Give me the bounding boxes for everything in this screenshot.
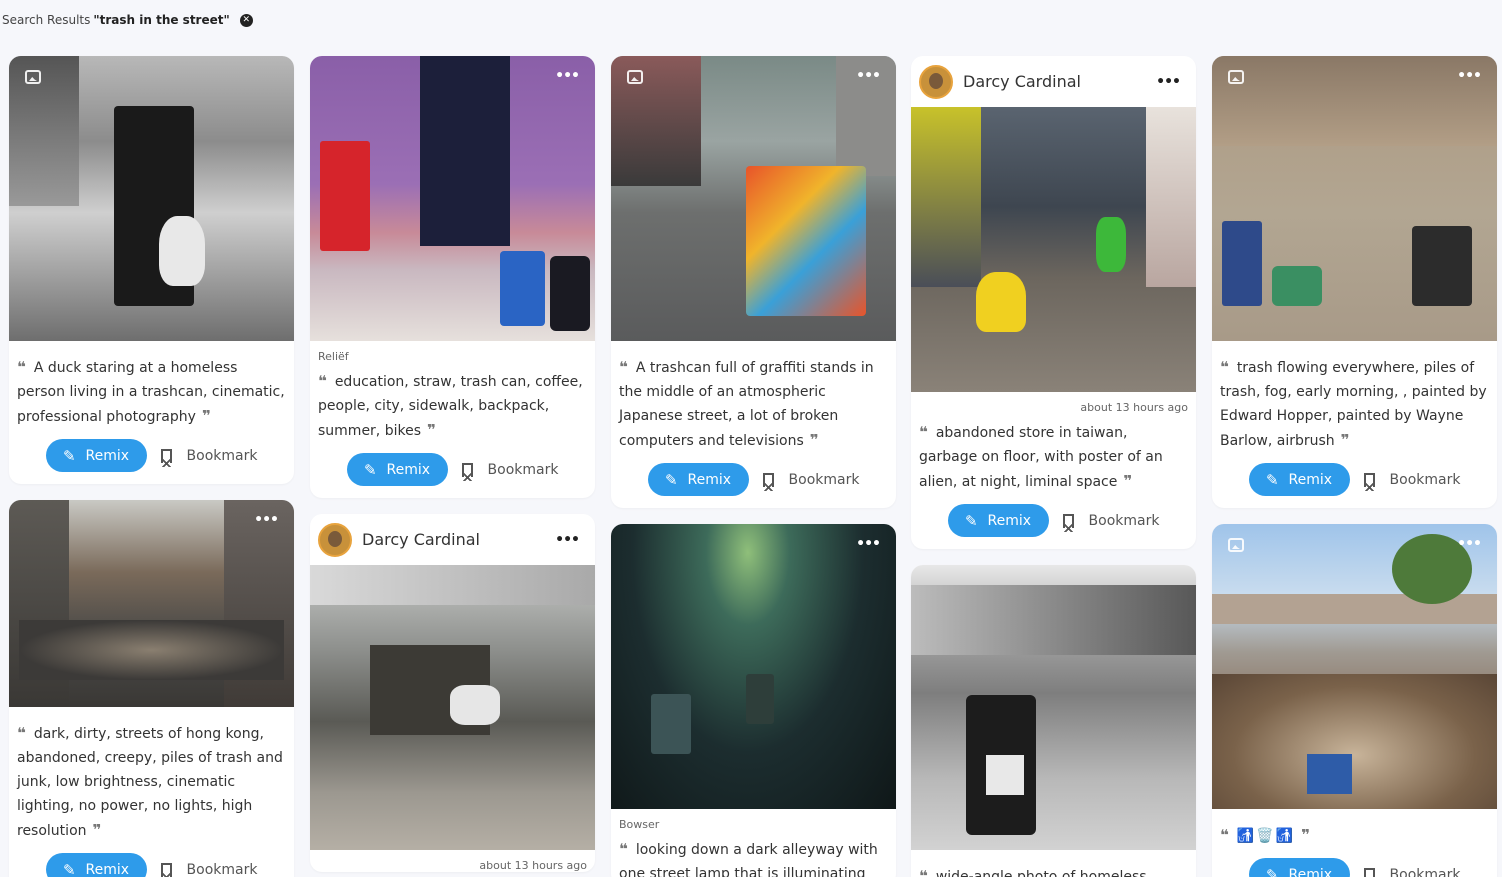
card-actions: ✎ Remix Bookmark xyxy=(9,429,294,484)
result-card: ••• ❝ dark, dirty, streets of hong kong, … xyxy=(9,500,294,877)
remix-button[interactable]: ✎ Remix xyxy=(45,853,147,877)
prompt-text: ❝ trash flowing everywhere, piles of tras… xyxy=(1220,358,1487,449)
result-image[interactable]: ••• xyxy=(1212,524,1497,809)
search-label: Search Results xyxy=(2,13,91,27)
bookmark-icon xyxy=(1062,513,1074,532)
author-label: Reliëf xyxy=(318,350,349,363)
result-card: ••• ❝ trash flowing everywhere, piles of … xyxy=(1212,56,1497,508)
remix-button[interactable]: ✎ Remix xyxy=(346,453,448,486)
more-options-icon[interactable]: ••• xyxy=(555,68,580,84)
card-actions: ✎ Remix Bookmark xyxy=(1212,848,1497,877)
pencil-icon: ✎ xyxy=(1265,470,1279,489)
prompt-text: ❝ wide-angle photo of homeless xyxy=(919,867,1147,877)
bookmark-icon xyxy=(1363,867,1375,877)
bookmark-button[interactable]: Bookmark xyxy=(160,862,257,877)
result-card: Darcy Cardinal ••• about 13 hours ago xyxy=(310,514,595,872)
avatar[interactable] xyxy=(318,522,352,557)
username[interactable]: Darcy Cardinal xyxy=(362,530,480,549)
result-card: ••• Bowser ❝ looking down a dark alleyway… xyxy=(611,524,896,877)
remix-button[interactable]: ✎ Remix xyxy=(45,439,147,472)
pencil-icon: ✎ xyxy=(664,470,678,489)
card-actions: ✎ Remix Bookmark xyxy=(9,843,294,877)
pencil-icon: ✎ xyxy=(62,860,76,877)
card-actions: ✎ Remix Bookmark xyxy=(310,443,595,498)
card-actions: ✎ Remix Bookmark xyxy=(1212,453,1497,508)
bookmark-button[interactable]: Bookmark xyxy=(1062,513,1159,532)
clear-search-icon[interactable]: ✕ xyxy=(239,13,253,27)
remix-button[interactable]: ✎ Remix xyxy=(647,463,749,496)
bookmark-button[interactable]: Bookmark xyxy=(160,448,257,467)
result-card: ❝ A duck staring at a homeless person liv… xyxy=(9,56,294,484)
prompt-text: ❝ A duck staring at a homeless person liv… xyxy=(17,358,285,425)
pencil-icon: ✎ xyxy=(62,446,76,465)
author-label: Bowser xyxy=(619,818,660,831)
result-image[interactable]: ••• xyxy=(1212,56,1497,341)
prompt-text: ❝ A trashcan full of graffiti stands in t… xyxy=(619,358,874,449)
remix-button[interactable]: ✎ Remix xyxy=(1248,858,1350,877)
bookmark-icon xyxy=(461,462,473,481)
pencil-icon: ✎ xyxy=(964,511,978,530)
username[interactable]: Darcy Cardinal xyxy=(963,72,1081,91)
column-2: ••• Reliëf ❝ education, straw, trash can,… xyxy=(310,56,595,877)
search-query: "trash in the street" xyxy=(93,13,230,27)
card-actions: ✎ Remix Bookmark xyxy=(911,494,1196,549)
result-image[interactable]: ••• xyxy=(310,56,595,341)
image-icon xyxy=(25,70,41,84)
timestamp: about 13 hours ago xyxy=(479,859,587,872)
more-options-icon[interactable]: ••• xyxy=(856,536,881,552)
result-image[interactable]: ••• xyxy=(611,524,896,809)
remix-button[interactable]: ✎ Remix xyxy=(1248,463,1350,496)
bookmark-button[interactable]: Bookmark xyxy=(1363,867,1460,877)
more-options-icon[interactable]: ••• xyxy=(1457,536,1482,552)
prompt-text: ❝ dark, dirty, streets of hong kong, aban… xyxy=(17,724,283,839)
column-1: ❝ A duck staring at a homeless person liv… xyxy=(9,56,294,877)
avatar[interactable] xyxy=(919,64,953,99)
result-card: Darcy Cardinal ••• about 13 hours ago ❝ a… xyxy=(911,56,1196,549)
image-icon xyxy=(1228,70,1244,84)
bookmark-button[interactable]: Bookmark xyxy=(1363,472,1460,491)
result-image[interactable] xyxy=(310,565,595,850)
result-image[interactable] xyxy=(9,56,294,341)
image-icon xyxy=(627,70,643,84)
remix-button[interactable]: ✎ Remix xyxy=(947,504,1049,537)
pencil-icon: ✎ xyxy=(363,460,377,479)
more-options-icon[interactable]: ••• xyxy=(254,512,279,528)
prompt-text: ❝ education, straw, trash can, coffee, pe… xyxy=(318,372,583,439)
more-options-icon[interactable]: ••• xyxy=(1156,74,1181,90)
column-4: Darcy Cardinal ••• about 13 hours ago ❝ a… xyxy=(911,56,1196,877)
result-image[interactable]: ••• xyxy=(9,500,294,707)
card-user-header: Darcy Cardinal ••• xyxy=(911,56,1196,107)
more-options-icon[interactable]: ••• xyxy=(1457,68,1482,84)
prompt-text: ❝ 🚮🗑️🚮 ❞ xyxy=(1220,826,1310,844)
result-image[interactable]: ••• xyxy=(611,56,896,341)
search-header: Search Results "trash in the street" ✕ xyxy=(2,13,253,27)
prompt-text: ❝ abandoned store in taiwan, garbage on f… xyxy=(919,423,1163,490)
pencil-icon: ✎ xyxy=(1265,865,1279,877)
result-card: ❝ wide-angle photo of homeless xyxy=(911,565,1196,877)
card-user-header: Darcy Cardinal ••• xyxy=(310,514,595,565)
bookmark-icon xyxy=(160,862,172,877)
bookmark-icon xyxy=(762,472,774,491)
card-actions: ✎ Remix Bookmark xyxy=(611,453,896,508)
column-3: ••• ❝ A trashcan full of graffiti stands … xyxy=(611,56,896,877)
more-options-icon[interactable]: ••• xyxy=(856,68,881,84)
bookmark-icon xyxy=(160,448,172,467)
prompt-text: ❝ looking down a dark alleyway with one s… xyxy=(619,840,878,877)
timestamp: about 13 hours ago xyxy=(1080,401,1188,414)
result-card: ••• ❝ 🚮🗑️🚮 ❞ ✎ Remix Bookmark xyxy=(1212,524,1497,877)
result-image[interactable] xyxy=(911,565,1196,850)
bookmark-icon xyxy=(1363,472,1375,491)
bookmark-button[interactable]: Bookmark xyxy=(461,462,558,481)
result-image[interactable] xyxy=(911,107,1196,392)
result-card: ••• Reliëf ❝ education, straw, trash can,… xyxy=(310,56,595,498)
image-icon xyxy=(1228,538,1244,552)
more-options-icon[interactable]: ••• xyxy=(555,532,580,548)
result-card: ••• ❝ A trashcan full of graffiti stands … xyxy=(611,56,896,508)
bookmark-button[interactable]: Bookmark xyxy=(762,472,859,491)
column-5: ••• ❝ trash flowing everywhere, piles of … xyxy=(1212,56,1497,877)
